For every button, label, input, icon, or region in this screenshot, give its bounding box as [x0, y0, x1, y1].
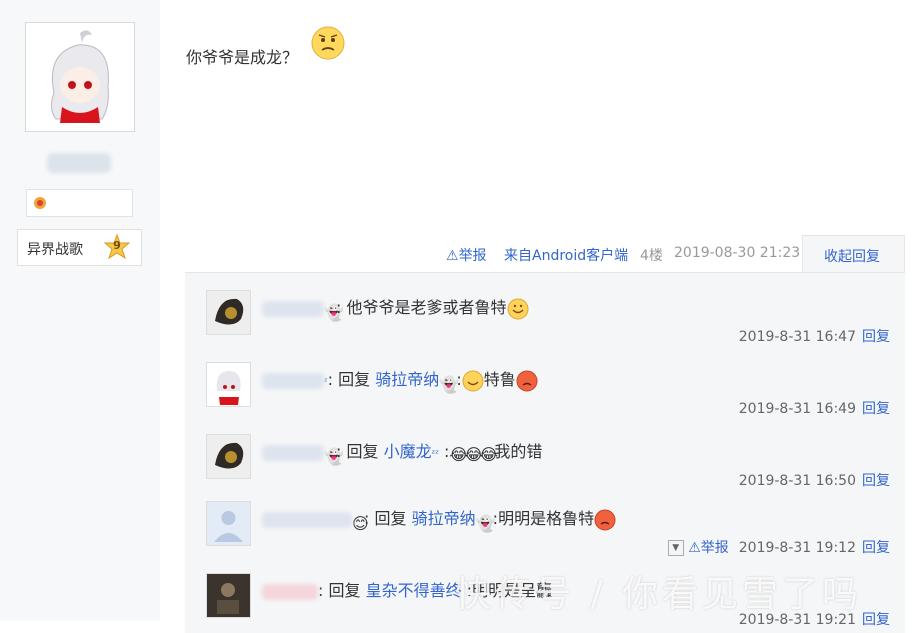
- reply-body: ᶻ: 回复 骑拉帝纳👻 : 特鲁: [262, 366, 538, 394]
- dropdown-arrow-icon[interactable]: ▼: [667, 540, 684, 556]
- reply-user-blurred[interactable]: [262, 583, 318, 600]
- author-name-blurred[interactable]: [47, 153, 111, 173]
- reply-text: 明明是格鲁特: [498, 509, 595, 528]
- report-link[interactable]: ⚠举报: [446, 245, 487, 265]
- reply-prefix: 回复: [374, 509, 412, 528]
- reply-time: 2019-8-31 16:50: [738, 473, 856, 489]
- reply-text: 我的错: [494, 442, 543, 461]
- reply-footer: ▼ ⚠举报 2019-8-31 19:12 回复: [667, 537, 890, 557]
- reply-user-blurred[interactable]: [262, 300, 324, 317]
- collapse-replies-button[interactable]: 收起回复: [802, 235, 905, 274]
- post-floor: 4楼: [640, 248, 663, 264]
- reply-time: 2019-8-31 16:49: [738, 401, 856, 417]
- reply-avatar[interactable]: [206, 290, 251, 335]
- post-content: 你爷爷是成龙？: [186, 48, 299, 67]
- reply-button[interactable]: 回复: [862, 473, 890, 489]
- reply-target-user[interactable]: 骑拉帝纳: [412, 509, 476, 528]
- worried-face-emoji: [311, 26, 345, 60]
- report-link[interactable]: 举报: [701, 540, 729, 556]
- report-label: 举报: [458, 248, 487, 264]
- reply-separator: :: [438, 442, 450, 461]
- warning-icon: ⚠: [446, 248, 459, 264]
- warning-icon: ⚠: [688, 540, 701, 556]
- forum-badge-name: 异界战歌: [27, 242, 83, 258]
- laugh-cry-emoji: 😂: [449, 445, 469, 464]
- reply-target-user[interactable]: 小魔龙: [384, 442, 432, 461]
- reply-user-blurred[interactable]: [262, 444, 324, 461]
- laugh-cry-emoji: 😂: [464, 445, 484, 464]
- reply-avatar[interactable]: [206, 501, 251, 546]
- ghost-icon: 👻: [324, 302, 344, 322]
- author-avatar[interactable]: [25, 22, 135, 132]
- reply-user-blurred[interactable]: [262, 511, 352, 528]
- smile-face-emoji: [462, 370, 484, 391]
- reply-body: 👻: 回复 小魔龙ᶻᶻ :😂😂😂我的错: [262, 438, 543, 466]
- reply-avatar[interactable]: [206, 362, 251, 407]
- reply-prefix: 回复: [346, 442, 384, 461]
- post-source[interactable]: 来自Android客户端: [504, 245, 628, 265]
- reply-avatar[interactable]: [206, 573, 251, 618]
- honor-badge-box: [26, 189, 133, 217]
- reply-button[interactable]: 回复: [862, 612, 890, 628]
- laugh-cry-emoji: 😂: [479, 445, 499, 464]
- reply-separator: :: [451, 370, 462, 389]
- smile-icon: 😊: [352, 513, 369, 533]
- reply-button[interactable]: 回复: [862, 329, 890, 345]
- reply-body: 😊: 回复 骑拉帝纳👻 :明明是格鲁特: [262, 505, 616, 533]
- reply-time: 2019-8-31 19:12: [738, 540, 856, 556]
- reply-user-blurred[interactable]: [262, 372, 324, 389]
- reply-text: 他爷爷是老爹或者鲁特: [346, 298, 507, 317]
- reply-target-user[interactable]: 骑拉帝纳: [375, 370, 439, 389]
- angry-face-emoji: [594, 509, 616, 530]
- reply-separator: :: [487, 509, 499, 528]
- angry-face-emoji: [516, 370, 538, 391]
- reply-text: 特鲁: [483, 370, 516, 389]
- reply-footer: 2019-8-31 16:49 回复: [739, 398, 890, 418]
- reply-footer: 2019-8-31 16:47 回复: [739, 326, 890, 346]
- forum-level-badge[interactable]: 异界战歌 9: [17, 229, 142, 266]
- reply-avatar[interactable]: [206, 434, 251, 479]
- reply-time: 2019-8-31 16:47: [738, 329, 856, 345]
- sleep-icon: ᶻᶻ: [431, 449, 439, 460]
- collapse-replies-label: 收起回复: [824, 249, 880, 265]
- post-datetime: 2019-08-30 21:23: [674, 245, 801, 261]
- sleep-icon: ᶻ: [324, 377, 328, 388]
- watermark-text: 快传号 / 你看见雪了吗: [455, 574, 863, 615]
- reply-footer: 2019-8-31 16:50 回复: [739, 470, 890, 490]
- honor-badge-icon: [34, 197, 46, 209]
- level-star-icon: 9: [103, 233, 131, 260]
- ghost-icon: 👻: [439, 374, 460, 394]
- smile-face-emoji: [507, 298, 528, 319]
- author-sidebar: 异界战歌 9: [0, 0, 160, 621]
- ghost-icon: 👻: [475, 513, 496, 533]
- reply-target-user[interactable]: 皇杂不得善终: [366, 581, 462, 600]
- reply-button[interactable]: 回复: [862, 401, 890, 417]
- reply-body: 👻: 他爷爷是老爹或者鲁特: [262, 294, 529, 322]
- reply-prefix: 回复: [338, 370, 376, 389]
- forum-level-number: 9: [113, 239, 121, 252]
- reply-prefix: 回复: [328, 581, 366, 600]
- reply-button[interactable]: 回复: [862, 540, 890, 556]
- ghost-icon: 👻: [324, 446, 344, 466]
